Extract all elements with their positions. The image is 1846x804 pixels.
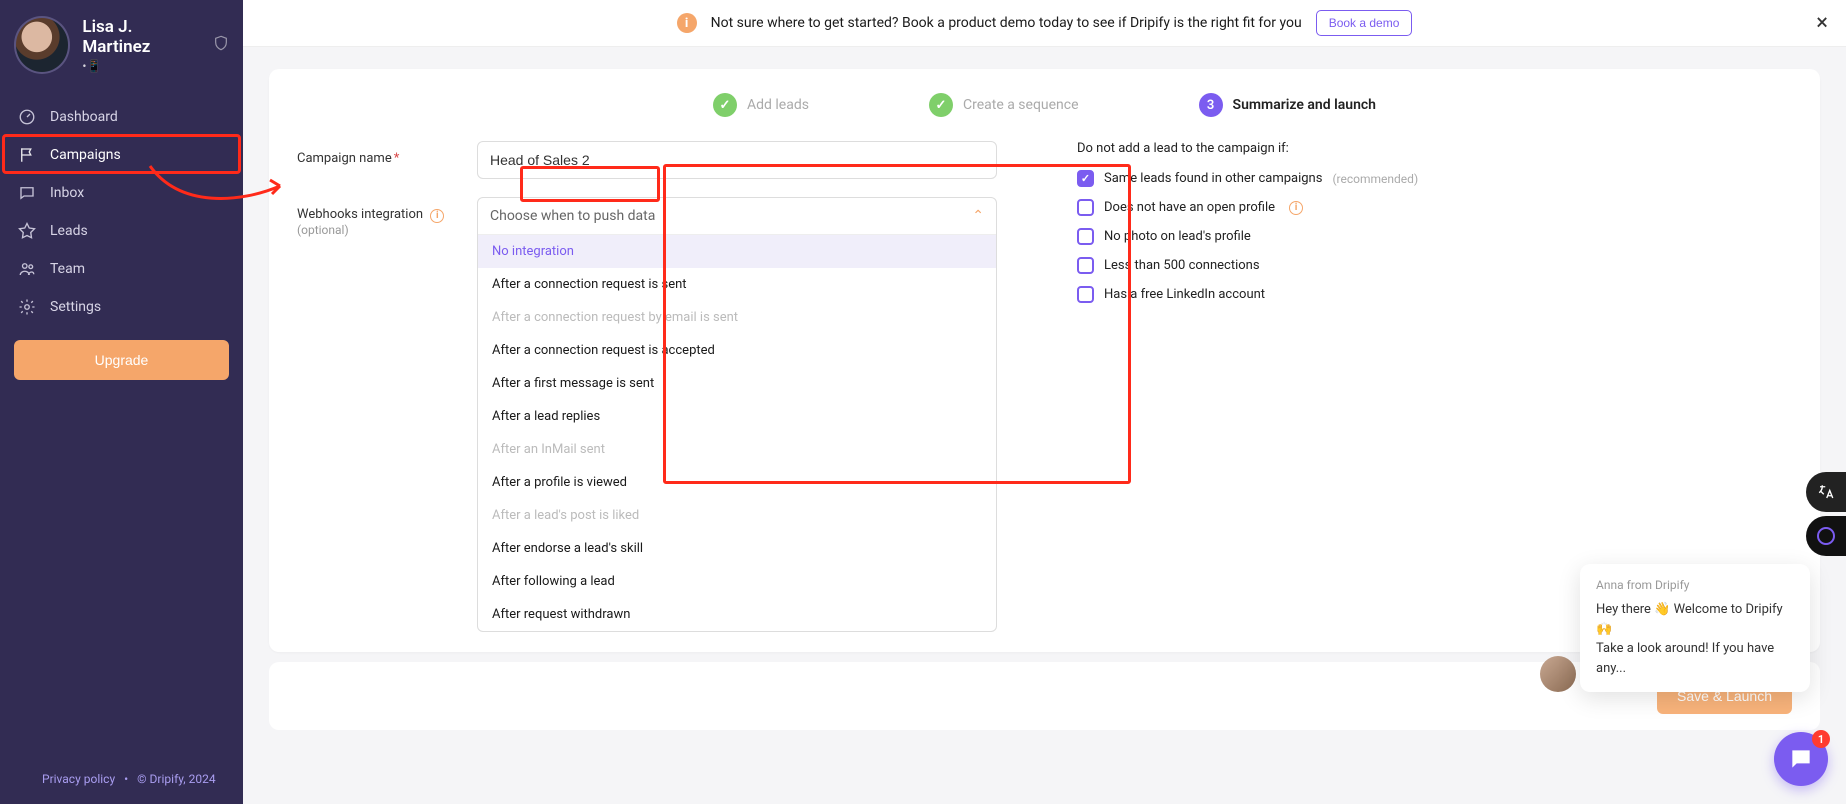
shield-icon: [213, 35, 229, 55]
checkbox[interactable]: [1077, 228, 1094, 245]
sidebar-footer: Privacy policy • © Dripify, 2024: [0, 772, 243, 804]
sidebar-item-label: Leads: [50, 223, 88, 239]
flag-icon: [18, 146, 36, 164]
sidebar-item-team[interactable]: Team: [0, 250, 243, 288]
sidebar-item-campaigns[interactable]: Campaigns: [0, 136, 243, 174]
chat-agent-avatar: [1540, 656, 1576, 692]
dropdown-option: After a lead's post is liked: [478, 499, 996, 532]
sidebar-item-leads[interactable]: Leads: [0, 212, 243, 250]
exclusion-label: Has a free LinkedIn account: [1104, 287, 1265, 302]
exclusion-row[interactable]: No photo on lead's profile: [1077, 228, 1792, 245]
campaign-name-input[interactable]: [477, 141, 997, 179]
sidebar-item-label: Inbox: [50, 185, 84, 201]
exclusions-title: Do not add a lead to the campaign if:: [1077, 141, 1792, 156]
step-number: 3: [1199, 93, 1223, 117]
exclusion-row[interactable]: Same leads found in other campaigns (rec…: [1077, 170, 1792, 187]
stepper: ✓ Add leads ✓ Create a sequence 3 Summar…: [297, 93, 1792, 117]
dropdown-option[interactable]: After request withdrawn: [478, 598, 996, 631]
exclusion-row[interactable]: Does not have an open profile i: [1077, 199, 1792, 216]
copyright-text: © Dripify, 2024: [137, 772, 215, 786]
select-head[interactable]: Choose when to push data ⌃: [478, 198, 996, 234]
dropdown-option[interactable]: After endorse a lead's skill: [478, 532, 996, 565]
exclusion-label: Same leads found in other campaigns: [1104, 171, 1322, 186]
sidebar-item-dashboard[interactable]: Dashboard: [0, 98, 243, 136]
translate-fab[interactable]: [1806, 472, 1846, 512]
banner-text: Not sure where to get started? Book a pr…: [711, 15, 1302, 31]
info-icon: i: [677, 13, 697, 33]
nav: Dashboard Campaigns Inbox Leads Team Set…: [0, 98, 243, 326]
chevron-up-icon: ⌃: [972, 208, 984, 224]
exclusion-label: Does not have an open profile: [1104, 200, 1275, 215]
people-icon: [18, 260, 36, 278]
step-create-sequence[interactable]: ✓ Create a sequence: [929, 93, 1079, 117]
sidebar-item-label: Dashboard: [50, 109, 118, 125]
dropdown-option: After an InMail sent: [478, 433, 996, 466]
exclusions-block: Do not add a lead to the campaign if: Sa…: [1017, 141, 1792, 315]
checkbox[interactable]: [1077, 257, 1094, 274]
dropdown-option[interactable]: After a profile is viewed: [478, 466, 996, 499]
chat-line: Take a look around! If you have any...: [1596, 639, 1794, 678]
check-icon: ✓: [713, 93, 737, 117]
main-content: i Not sure where to get started? Book a …: [243, 0, 1846, 804]
checkbox[interactable]: [1077, 199, 1094, 216]
exclusion-row[interactable]: Less than 500 connections: [1077, 257, 1792, 274]
dropdown-option[interactable]: After a lead replies: [478, 400, 996, 433]
promo-banner: i Not sure where to get started? Book a …: [243, 0, 1846, 47]
step-summarize-launch[interactable]: 3 Summarize and launch: [1199, 93, 1376, 117]
profile-block[interactable]: Lisa J. Martinez •📱: [0, 0, 243, 90]
message-icon: [18, 184, 36, 202]
upgrade-button[interactable]: Upgrade: [14, 340, 229, 380]
dropdown-option[interactable]: After a first message is sent: [478, 367, 996, 400]
sidebar-item-label: Settings: [50, 299, 101, 315]
sidebar-item-settings[interactable]: Settings: [0, 288, 243, 326]
step-add-leads[interactable]: ✓ Add leads: [713, 93, 809, 117]
close-icon[interactable]: ×: [1816, 11, 1828, 36]
help-fab[interactable]: [1806, 516, 1846, 556]
gear-icon: [18, 298, 36, 316]
chat-popover[interactable]: Anna from Dripify Hey there 👋 Welcome to…: [1580, 564, 1810, 692]
checkbox[interactable]: [1077, 286, 1094, 303]
info-icon[interactable]: i: [430, 209, 444, 223]
profile-name: Lisa J. Martinez: [82, 17, 201, 57]
check-icon: ✓: [929, 93, 953, 117]
recommended-tag: (recommended): [1332, 172, 1418, 186]
info-icon[interactable]: i: [1289, 201, 1303, 215]
webhooks-dropdown: No integrationAfter a connection request…: [478, 234, 996, 631]
sidebar: Lisa J. Martinez •📱 Dashboard Campaigns …: [0, 0, 243, 804]
exclusion-label: Less than 500 connections: [1104, 258, 1260, 273]
sidebar-item-label: Campaigns: [50, 147, 121, 163]
exclusion-row[interactable]: Has a free LinkedIn account: [1077, 286, 1792, 303]
profile-sub: •📱: [82, 59, 201, 73]
dropdown-option[interactable]: No integration: [478, 235, 996, 268]
avatar: [14, 16, 70, 74]
chat-line: Hey there 👋 Welcome to Dripify 🙌: [1596, 600, 1794, 639]
webhooks-label: Webhooks integration i (optional): [297, 197, 457, 237]
dropdown-option[interactable]: After a connection request is accepted: [478, 334, 996, 367]
circle-icon: [1817, 527, 1835, 545]
chat-badge: 1: [1812, 730, 1830, 748]
privacy-link[interactable]: Privacy policy: [42, 772, 115, 786]
exclusion-label: No photo on lead's profile: [1104, 229, 1251, 244]
chat-launcher[interactable]: 1: [1774, 732, 1828, 786]
dropdown-option[interactable]: After a connection request is sent: [478, 268, 996, 301]
checkbox[interactable]: [1077, 170, 1094, 187]
dropdown-option[interactable]: After following a lead: [478, 565, 996, 598]
sidebar-item-inbox[interactable]: Inbox: [0, 174, 243, 212]
campaign-name-label: Campaign name*: [297, 141, 457, 166]
chat-from: Anna from Dripify: [1596, 578, 1794, 592]
dropdown-option: After a connection request by email is s…: [478, 301, 996, 334]
star-icon: [18, 222, 36, 240]
sidebar-item-label: Team: [50, 261, 85, 277]
book-demo-button[interactable]: Book a demo: [1316, 10, 1413, 36]
webhooks-select[interactable]: Choose when to push data ⌃ No integratio…: [477, 197, 997, 632]
gauge-icon: [18, 108, 36, 126]
